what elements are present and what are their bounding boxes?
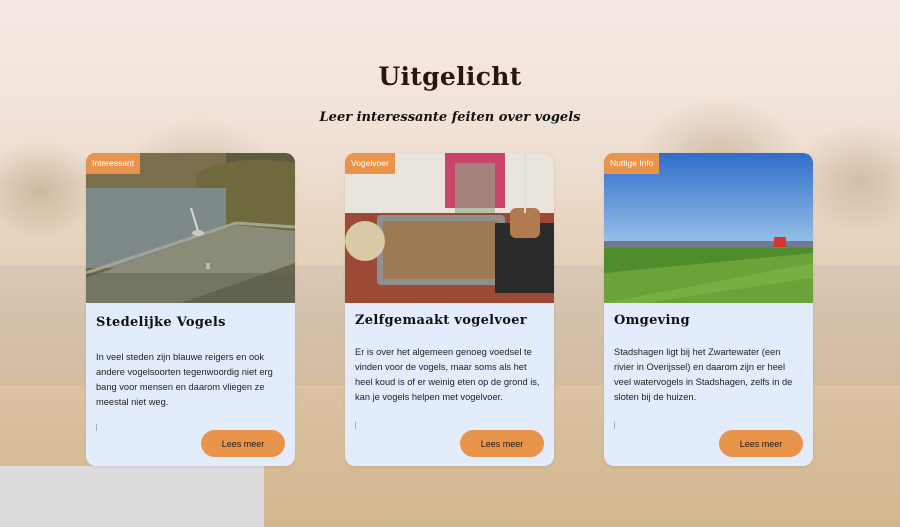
card-divider — [614, 422, 615, 429]
card-title: Stedelijke Vogels — [96, 315, 226, 330]
card-omgeving: Nuttige Info Omgeving Stadshagen ligt bi… — [604, 153, 813, 466]
homemade-birdfood-photo: Vogelvoer — [345, 153, 554, 303]
read-more-button[interactable]: Lees meer — [460, 430, 544, 457]
card-badge: Interessant — [86, 153, 141, 174]
section-subtitle: Leer interessante feiten over vogels — [319, 110, 581, 125]
card-stedelijke-vogels: Interessant Stedelijke Vogels In veel st… — [86, 153, 295, 466]
grey-overlay-block — [0, 466, 264, 527]
heron-on-jetty-photo: Interessant — [86, 153, 295, 303]
card-text: Stadshagen ligt bij het Zwartewater (een… — [614, 347, 793, 402]
read-more-button[interactable]: Lees meer — [719, 430, 803, 457]
card-text: In veel steden zijn blauwe reigers en oo… — [96, 352, 273, 407]
card-title: Omgeving — [614, 313, 690, 328]
card-divider — [96, 424, 97, 431]
card-badge: Vogelvoer — [345, 153, 395, 174]
section-title: Uitgelicht — [378, 62, 522, 91]
read-more-button[interactable]: Lees meer — [201, 430, 285, 457]
card-divider — [355, 422, 356, 429]
card-text: Er is over het algemeen genoeg voedsel t… — [355, 347, 540, 402]
card-badge: Nuttige Info — [604, 153, 660, 174]
card-title: Zelfgemaakt vogelvoer — [355, 313, 527, 328]
card-zelfgemaakt-vogelvoer: Vogelvoer Zelfgemaakt vogelvoer Er is ov… — [345, 153, 554, 466]
stadshagen-landscape-photo: Nuttige Info — [604, 153, 813, 303]
